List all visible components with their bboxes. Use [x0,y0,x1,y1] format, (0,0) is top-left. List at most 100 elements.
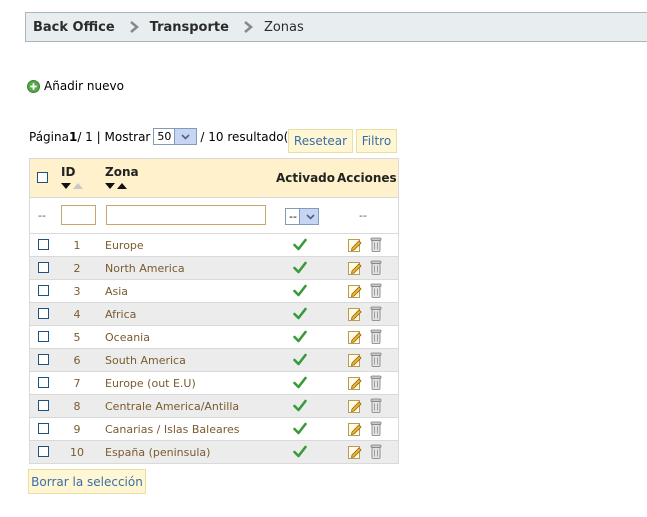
table-row: 2 North America [30,257,398,280]
checkmark-icon[interactable] [293,238,307,251]
trash-icon[interactable] [370,260,382,275]
trash-icon[interactable] [370,329,382,344]
checkmark-icon[interactable] [293,284,307,297]
sort-desc-icon[interactable] [61,183,71,189]
row-zone-name[interactable]: South America [105,354,186,367]
pencil-icon[interactable] [348,445,362,459]
zone-filter-input[interactable] [106,205,266,225]
active-filter-value: -- [289,210,297,223]
id-sort-controls [61,183,83,189]
trash-icon[interactable] [370,283,382,298]
delete-selection-button[interactable]: Borrar la selección [28,469,146,494]
chevron-right-icon [244,21,253,33]
trash-icon[interactable] [370,421,382,436]
pencil-icon[interactable] [348,353,362,367]
trash-icon[interactable] [370,352,382,367]
page-label: Página [29,129,69,144]
filter-button[interactable]: Filtro [356,129,397,153]
table-row: 5 Oceania [30,326,398,349]
row-checkbox[interactable] [38,285,49,296]
page-total-text: / 1 | Mostrar [77,129,151,144]
pencil-icon[interactable] [348,399,362,413]
row-zone-name[interactable]: North America [105,262,185,275]
row-id: 4 [73,308,81,321]
row-id: 8 [73,400,81,413]
chevron-down-icon [299,209,318,224]
table-row: 1 Europe [30,234,398,257]
pagination-bar: Página 1 / 1 | Mostrar 50 / 10 resultado… [29,128,299,145]
checkmark-icon[interactable] [293,376,307,389]
checkmark-icon[interactable] [293,399,307,412]
row-checkbox[interactable] [38,400,49,411]
row-zone-name[interactable]: España (peninsula) [105,446,210,459]
row-checkbox[interactable] [38,354,49,365]
table-row: 6 South America [30,349,398,372]
row-checkbox[interactable] [38,377,49,388]
checkmark-icon[interactable] [293,422,307,435]
trash-icon[interactable] [370,375,382,390]
add-new-label: Añadir nuevo [44,79,124,93]
row-checkbox[interactable] [38,262,49,273]
row-zone-name[interactable]: Europe [105,239,144,252]
results-count: / 10 resultado(s) [200,129,300,144]
table-row: 3 Asia [30,280,398,303]
pencil-icon[interactable] [348,284,362,298]
row-id: 2 [73,262,81,275]
pencil-icon[interactable] [348,238,362,252]
row-id: 7 [73,377,81,390]
row-id: 9 [73,423,81,436]
column-id: ID [61,165,76,179]
per-page-select[interactable]: 50 [153,128,198,145]
add-new-link[interactable]: Añadir nuevo [27,79,124,93]
row-checkbox[interactable] [38,446,49,457]
trash-icon[interactable] [370,398,382,413]
table-header: ID Zona Activado Acciones [30,159,398,198]
row-checkbox[interactable] [38,239,49,250]
active-filter-select[interactable]: -- [285,208,319,225]
table-body: 1 Europe 2 North America 3 Asia 4 Africa 5 Oceani… [30,234,398,463]
trash-icon[interactable] [370,306,382,321]
breadcrumb-zonas: Zonas [263,19,304,35]
sort-asc-icon[interactable] [117,183,127,189]
checkmark-icon[interactable] [293,353,307,366]
page-current: 1 [68,129,78,144]
row-checkbox[interactable] [38,423,49,434]
table-row: 7 Europe (out E.U) [30,372,398,395]
sort-desc-icon[interactable] [105,183,115,189]
row-checkbox[interactable] [38,331,49,342]
row-zone-name[interactable]: Centrale America/Antilla [105,400,239,413]
breadcrumb-transporte[interactable]: Transporte [150,20,229,35]
column-actions: Acciones [337,171,397,185]
row-zone-name[interactable]: Asia [105,285,128,298]
id-filter-input[interactable] [61,205,96,225]
pencil-icon[interactable] [348,422,362,436]
pencil-icon[interactable] [348,330,362,344]
pencil-icon[interactable] [348,307,362,321]
column-zone: Zona [105,165,139,179]
row-zone-name[interactable]: Africa [105,308,136,321]
pencil-icon[interactable] [348,261,362,275]
checkmark-icon[interactable] [293,330,307,343]
reset-button[interactable]: Resetear [288,129,353,153]
sort-asc-icon[interactable] [73,183,83,189]
breadcrumb-back-office[interactable]: Back Office [33,20,115,35]
trash-icon[interactable] [370,237,382,252]
row-checkbox[interactable] [38,308,49,319]
row-zone-name[interactable]: Canarias / Islas Baleares [105,423,240,436]
checkmark-icon[interactable] [293,261,307,274]
zone-sort-controls [105,183,127,189]
trash-icon[interactable] [370,444,382,459]
column-active: Activado [276,171,336,185]
select-all-checkbox[interactable] [37,172,48,183]
checkmark-icon[interactable] [293,445,307,458]
pencil-icon[interactable] [348,376,362,390]
row-zone-name[interactable]: Europe (out E.U) [105,377,196,390]
breadcrumb: Back Office Transporte Zonas [25,12,647,42]
row-id: 3 [73,285,81,298]
filter-row: -- -- -- [30,198,398,234]
row-zone-name[interactable]: Oceania [105,331,150,344]
checkmark-icon[interactable] [293,307,307,320]
actions-filter-dash: -- [359,209,367,222]
plus-circle-icon [27,79,40,93]
row-id: 6 [73,354,81,367]
